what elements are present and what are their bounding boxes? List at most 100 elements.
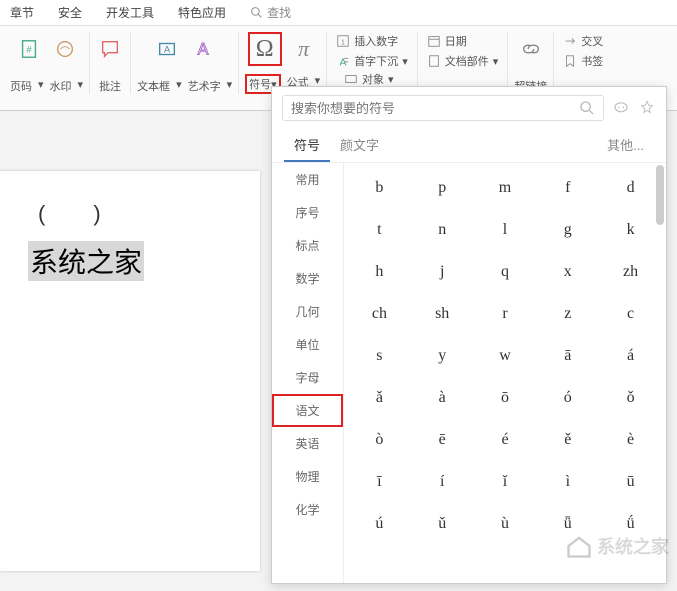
symbol-cell[interactable]: ī: [348, 461, 411, 503]
selected-text[interactable]: 系统之家: [28, 241, 144, 281]
symbol-cell[interactable]: ā: [536, 335, 599, 377]
symbol-cell[interactable]: ù: [474, 503, 537, 545]
symbol-cell[interactable]: r: [474, 293, 537, 335]
symbol-icon[interactable]: Ω: [251, 35, 279, 63]
symbol-cell[interactable]: f: [536, 167, 599, 209]
toolbar-group-comment: 批注: [90, 32, 131, 94]
symbol-cell[interactable]: ū: [599, 461, 662, 503]
date-button[interactable]: 日期: [424, 32, 502, 50]
symbol-cell[interactable]: b: [348, 167, 411, 209]
symbol-cell[interactable]: á: [599, 335, 662, 377]
symbol-cell[interactable]: h: [348, 251, 411, 293]
symbol-cell[interactable]: ō: [474, 377, 537, 419]
symbol-cell[interactable]: sh: [411, 293, 474, 335]
toolbar-group-text: A A 文本框▾ 艺术字▾: [131, 32, 239, 94]
tab-other[interactable]: 其他...: [597, 129, 654, 162]
crossref-button[interactable]: 交叉: [560, 32, 606, 50]
toolbar-group-page: # 页码▾ 水印▾: [4, 32, 90, 94]
menu-item-security[interactable]: 安全: [58, 4, 82, 21]
formula-icon[interactable]: π: [290, 35, 318, 63]
symbol-cell[interactable]: ò: [348, 419, 411, 461]
comment-icon[interactable]: [96, 35, 124, 63]
menu-item-features[interactable]: 特色应用: [178, 4, 226, 21]
symbol-cell[interactable]: ì: [536, 461, 599, 503]
symbol-cell[interactable]: s: [348, 335, 411, 377]
svg-text:1: 1: [341, 40, 345, 47]
symbol-search-box[interactable]: [282, 95, 604, 121]
category-item-2[interactable]: 标点: [272, 229, 343, 262]
bookmark-button[interactable]: 书签: [560, 52, 606, 70]
search-icon[interactable]: [579, 100, 595, 116]
search-label: 查找: [267, 4, 291, 21]
symbol-cell[interactable]: é: [474, 419, 537, 461]
symbol-cell[interactable]: y: [411, 335, 474, 377]
category-item-8[interactable]: 英语: [272, 427, 343, 460]
category-item-4[interactable]: 几何: [272, 295, 343, 328]
textbox-label[interactable]: 文本框: [137, 78, 170, 94]
symbol-cell[interactable]: ǔ: [411, 503, 474, 545]
symbol-category-list[interactable]: 常用序号标点数学几何单位字母语文英语物理化学: [272, 163, 344, 583]
menu-item-devtools[interactable]: 开发工具: [106, 4, 154, 21]
category-item-5[interactable]: 单位: [272, 328, 343, 361]
svg-text:A: A: [164, 45, 171, 55]
symbol-cell[interactable]: l: [474, 209, 537, 251]
doc-parts-button[interactable]: 文档部件▾: [424, 52, 502, 70]
watermark-logo: 系统之家: [565, 532, 669, 560]
tab-emoticons[interactable]: 颜文字: [330, 129, 389, 162]
symbol-cell[interactable]: ǎ: [348, 377, 411, 419]
symbol-cell[interactable]: n: [411, 209, 474, 251]
category-item-3[interactable]: 数学: [272, 262, 343, 295]
toolbar-group-symbol: Ω π 符号▾ 公式▾: [239, 32, 327, 94]
svg-text:A: A: [197, 41, 208, 59]
symbol-cell[interactable]: z: [536, 293, 599, 335]
search-icon: [250, 6, 263, 19]
document-page[interactable]: () 系统之家: [0, 171, 260, 571]
comment-label[interactable]: 批注: [99, 78, 121, 94]
symbol-cell[interactable]: ú: [348, 503, 411, 545]
category-item-1[interactable]: 序号: [272, 196, 343, 229]
symbol-cell[interactable]: ě: [536, 419, 599, 461]
symbol-cell[interactable]: j: [411, 251, 474, 293]
symbol-cell[interactable]: í: [411, 461, 474, 503]
symbol-cell[interactable]: p: [411, 167, 474, 209]
symbol-cell[interactable]: q: [474, 251, 537, 293]
symbol-cell[interactable]: t: [348, 209, 411, 251]
hyperlink-icon[interactable]: [517, 35, 545, 63]
page-number-label[interactable]: 页码: [10, 78, 32, 94]
symbol-cell[interactable]: x: [536, 251, 599, 293]
symbol-cell[interactable]: ē: [411, 419, 474, 461]
wordart-label[interactable]: 艺术字: [188, 78, 221, 94]
wordart-icon[interactable]: A: [189, 35, 217, 63]
symbol-cell[interactable]: c: [599, 293, 662, 335]
symbol-cell[interactable]: à: [411, 377, 474, 419]
symbol-cell[interactable]: m: [474, 167, 537, 209]
category-item-9[interactable]: 物理: [272, 460, 343, 493]
symbol-cell[interactable]: d: [599, 167, 662, 209]
pin-icon[interactable]: [638, 99, 656, 117]
category-item-6[interactable]: 字母: [272, 361, 343, 394]
search-indicator[interactable]: 查找: [250, 4, 291, 21]
tab-symbols[interactable]: 符号: [284, 129, 330, 162]
category-item-7[interactable]: 语文: [272, 394, 343, 427]
watermark-icon[interactable]: [51, 35, 79, 63]
drop-cap-button[interactable]: A首字下沉▾: [333, 52, 411, 70]
symbol-cell[interactable]: ch: [348, 293, 411, 335]
page-number-icon[interactable]: #: [15, 35, 43, 63]
insert-number-button[interactable]: 1插入数字: [333, 32, 411, 50]
symbol-cell[interactable]: ó: [536, 377, 599, 419]
symbol-cell[interactable]: zh: [599, 251, 662, 293]
symbol-cell[interactable]: k: [599, 209, 662, 251]
symbol-cell[interactable]: ǐ: [474, 461, 537, 503]
symbol-search-input[interactable]: [291, 101, 579, 116]
menu-item-chapter[interactable]: 章节: [10, 4, 34, 21]
symbol-cell[interactable]: ǒ: [599, 377, 662, 419]
symbol-cell[interactable]: w: [474, 335, 537, 377]
textbox-icon[interactable]: A: [153, 35, 181, 63]
watermark-label[interactable]: 水印: [50, 78, 72, 94]
symbol-cell[interactable]: g: [536, 209, 599, 251]
scrollbar-thumb[interactable]: [656, 165, 664, 225]
feedback-icon[interactable]: [612, 99, 630, 117]
category-item-0[interactable]: 常用: [272, 163, 343, 196]
category-item-10[interactable]: 化学: [272, 493, 343, 526]
symbol-cell[interactable]: è: [599, 419, 662, 461]
